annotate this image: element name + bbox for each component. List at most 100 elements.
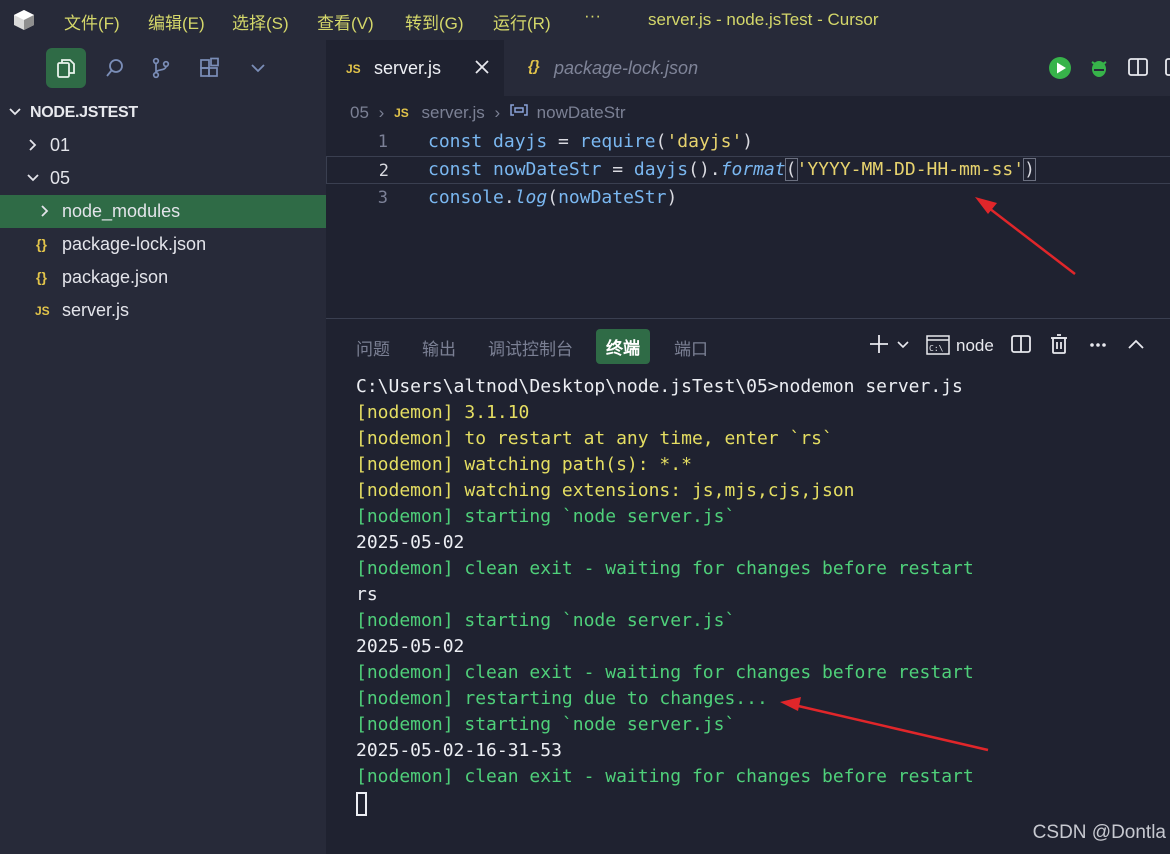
code-editor[interactable]: 05 › JS server.js › nowDateStr 1 const d… (326, 96, 1170, 318)
menu-go[interactable]: 转到(G) (405, 9, 464, 34)
bottom-panel: 问题 输出 调试控制台 终端 端口 C:\ node C:\Users\altn… (326, 318, 1170, 854)
more-actions-icon[interactable] (1164, 56, 1170, 78)
plus-icon[interactable] (868, 333, 890, 355)
paren: ( (655, 131, 667, 152)
trash-icon[interactable] (1048, 333, 1070, 355)
method-name: format (720, 159, 786, 180)
tab-package-lock-json[interactable]: {} package-lock.json (504, 40, 744, 96)
extensions-button[interactable] (190, 48, 230, 88)
menu-file[interactable]: 文件(F) (64, 9, 120, 34)
terminal-line: [nodemon] starting `node server.js` (356, 610, 736, 631)
identifier: nowDateStr (493, 159, 602, 180)
search-button[interactable] (95, 48, 135, 88)
method-name: log (514, 187, 548, 208)
keyword: const (428, 131, 483, 152)
window-title: server.js - node.jsTest - Cursor (648, 10, 879, 29)
tree-item-label: server.js (62, 300, 130, 320)
line-code: const dayjs = require('dayjs') (428, 131, 753, 152)
terminal-line: rs (356, 584, 378, 605)
tree-item-label: package.json (62, 267, 169, 287)
panel-tab-debug-console[interactable]: 调试控制台 (488, 335, 573, 360)
terminal-output[interactable]: C:\Users\altnod\Desktop\node.jsTest\05>n… (356, 374, 1156, 816)
tree-item-node-modules[interactable]: node_modules (0, 195, 326, 228)
chevron-down-icon (251, 64, 265, 73)
explorer-button[interactable] (46, 48, 86, 88)
paren: ( (784, 158, 798, 181)
panel-tab-output[interactable]: 输出 (422, 335, 456, 360)
js-file-icon: JS (394, 105, 409, 120)
terminal-cursor (356, 792, 367, 816)
terminal-line: 2025-05-02 (356, 532, 465, 553)
terminal-line: [nodemon] to restart at any time, enter … (356, 428, 833, 449)
breadcrumb: 05 › JS server.js › nowDateStr (350, 102, 625, 123)
terminal-line: [nodemon] clean exit - waiting for chang… (356, 662, 974, 683)
title-bar: 文件(F) 编辑(E) 选择(S) 查看(V) 转到(G) 运行(R) ··· … (0, 0, 1170, 40)
terminal-line: [nodemon] clean exit - waiting for chang… (356, 766, 974, 787)
terminal-line: [nodemon] clean exit - waiting for chang… (356, 558, 974, 579)
line-code: console.log(nowDateStr) (428, 187, 677, 208)
menu-view[interactable]: 查看(V) (317, 9, 374, 34)
debug-icon[interactable] (1087, 56, 1111, 80)
split-editor-icon[interactable] (1127, 56, 1149, 78)
chevron-down-icon (9, 108, 21, 116)
chevron-down-icon[interactable] (896, 338, 910, 352)
files-icon (57, 59, 75, 78)
function-name: require (579, 131, 656, 152)
chevron-right-icon (29, 139, 37, 151)
tree-item-label: node_modules (62, 201, 181, 221)
breadcrumb-file[interactable]: server.js (421, 103, 484, 123)
tab-label: server.js (374, 58, 442, 78)
string-literal: 'dayjs' (666, 131, 743, 152)
panel-tab-ports[interactable]: 端口 (674, 335, 708, 360)
code-line[interactable]: 3 console.log(nowDateStr) (326, 184, 1170, 212)
breadcrumb-folder[interactable]: 05 (350, 103, 369, 123)
run-icon[interactable] (1048, 56, 1072, 80)
chevron-up-icon[interactable] (1126, 335, 1146, 355)
tree-item-server-js[interactable]: JS server.js (0, 294, 326, 327)
json-file-icon: {} (36, 236, 47, 252)
panel-tab-terminal[interactable]: 终端 (596, 329, 650, 364)
operator: = (547, 131, 580, 152)
terminal-line: 2025-05-02-16-31-53 (356, 740, 562, 761)
terminal-line: [nodemon] restarting due to changes... (356, 688, 768, 709)
tab-server-js[interactable]: JS server.js (326, 40, 504, 96)
panel-tab-problems[interactable]: 问题 (356, 335, 390, 360)
line-number: 1 (377, 132, 388, 152)
terminal-profile-label[interactable]: node (956, 336, 994, 356)
source-control-button[interactable] (141, 48, 181, 88)
menu-selection[interactable]: 选择(S) (232, 9, 289, 34)
identifier: nowDateStr (558, 187, 667, 208)
more-views-button[interactable] (238, 48, 278, 88)
editor-tab-bar: JS server.js {} package-lock.json (326, 40, 1170, 96)
json-file-icon: {} (36, 269, 47, 285)
identifier: dayjs (493, 131, 548, 152)
terminal-line: [nodemon] watching path(s): *.* (356, 454, 692, 475)
call-punctuation: (). (688, 159, 721, 180)
more-actions-icon[interactable] (1088, 335, 1108, 355)
code-line[interactable]: 1 const dayjs = require('dayjs') (326, 128, 1170, 156)
explorer-sidebar: NODE.JSTEST 01 05 node_modules {} packag… (0, 96, 326, 854)
menu-edit[interactable]: 编辑(E) (148, 9, 205, 34)
tree-item-label: 01 (50, 135, 71, 155)
variable-symbol-icon (510, 104, 528, 116)
terminal-line: [nodemon] starting `node server.js` (356, 714, 736, 735)
menu-more[interactable]: ··· (584, 6, 601, 26)
code-line-current[interactable]: 2 const nowDateStr = dayjs().format('YYY… (326, 156, 1170, 184)
explorer-title: NODE.JSTEST (30, 104, 138, 121)
tree-item-package-lock-json[interactable]: {} package-lock.json (0, 228, 326, 261)
terminal-line: 2025-05-02 (356, 636, 465, 657)
split-terminal-icon[interactable] (1010, 333, 1032, 355)
chevron-right-icon: › (378, 102, 385, 122)
activity-bar (0, 40, 326, 96)
close-icon[interactable] (472, 57, 492, 77)
chevron-down-icon (27, 174, 39, 182)
terminal-icon: C:\ (926, 335, 950, 355)
line-number: 3 (377, 188, 388, 208)
tree-item-package-json[interactable]: {} package.json (0, 261, 326, 294)
tree-item-folder-05[interactable]: 05 (0, 162, 326, 195)
paren: ) (666, 187, 678, 208)
tree-item-folder-01[interactable]: 01 (0, 129, 326, 162)
menu-run[interactable]: 运行(R) (493, 9, 551, 34)
breadcrumb-symbol[interactable]: nowDateStr (537, 103, 626, 123)
explorer-header[interactable]: NODE.JSTEST (0, 100, 326, 124)
